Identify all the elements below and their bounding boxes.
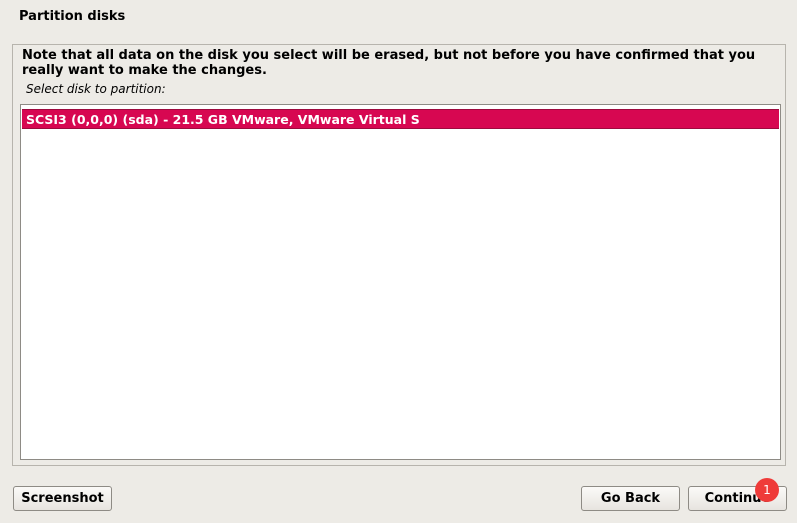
installer-window: Partition disks Note that all data on th…	[0, 0, 797, 523]
content-frame: Note that all data on the disk you selec…	[12, 44, 786, 466]
screenshot-button[interactable]: Screenshot	[13, 486, 112, 511]
warning-note: Note that all data on the disk you selec…	[22, 48, 756, 78]
go-back-button[interactable]: Go Back	[581, 486, 680, 511]
page-title: Partition disks	[19, 9, 126, 24]
disk-list[interactable]: SCSI3 (0,0,0) (sda) - 21.5 GB VMware, VM…	[20, 104, 781, 460]
disk-item-label: SCSI3 (0,0,0) (sda) - 21.5 GB VMware, VM…	[26, 112, 420, 127]
notification-badge: 1	[755, 478, 779, 502]
disk-item-sda[interactable]: SCSI3 (0,0,0) (sda) - 21.5 GB VMware, VM…	[22, 109, 779, 129]
select-disk-label: Select disk to partition:	[26, 82, 166, 96]
